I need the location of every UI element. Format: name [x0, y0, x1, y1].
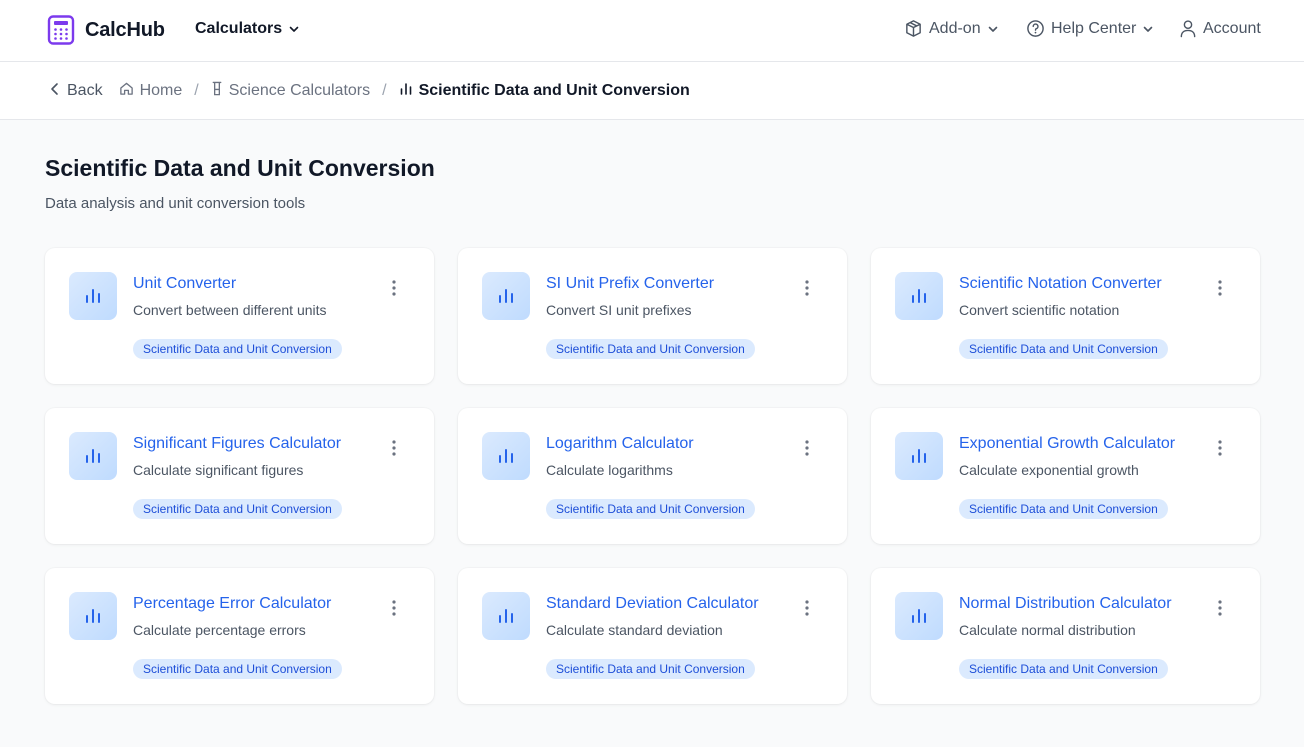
card-title[interactable]: Normal Distribution Calculator	[959, 595, 1172, 613]
help-center-label: Help Center	[1051, 19, 1137, 37]
category-tag: Scientific Data and Unit Conversion	[133, 499, 342, 519]
card-description: Convert between different units	[133, 302, 327, 318]
chevron-down-icon	[288, 23, 300, 35]
flask-icon	[211, 81, 223, 101]
account-menu[interactable]: Account	[1179, 19, 1261, 38]
calculator-card[interactable]: Exponential Growth Calculator Calculate e…	[871, 408, 1260, 544]
calculator-card[interactable]: Logarithm Calculator Calculate logarithms…	[458, 408, 847, 544]
bar-chart-icon	[399, 82, 413, 101]
category-tag: Scientific Data and Unit Conversion	[133, 339, 342, 359]
bar-chart-icon	[895, 432, 943, 480]
card-description: Calculate exponential growth	[959, 462, 1139, 478]
card-description: Calculate standard deviation	[546, 622, 723, 638]
bar-chart-icon	[69, 432, 117, 480]
back-button[interactable]: Back	[49, 82, 103, 101]
page-title: Scientific Data and Unit Conversion	[45, 155, 435, 181]
package-icon	[904, 19, 923, 38]
bar-chart-icon	[482, 592, 530, 640]
breadcrumb-home[interactable]: Home	[119, 81, 183, 101]
breadcrumb-separator: /	[382, 82, 387, 99]
breadcrumb-current-label: Scientific Data and Unit Conversion	[418, 82, 690, 99]
top-navbar: CalcHub Calculators Add-on Help Center A…	[0, 0, 1304, 62]
breadcrumb-science-label: Science Calculators	[228, 82, 371, 99]
more-options-icon[interactable]	[1212, 278, 1228, 298]
breadcrumb-current: Scientific Data and Unit Conversion	[399, 82, 690, 101]
calculator-card[interactable]: Scientific Notation Converter Convert sci…	[871, 248, 1260, 384]
home-icon	[119, 81, 134, 101]
card-title[interactable]: Standard Deviation Calculator	[546, 595, 759, 613]
more-options-icon[interactable]	[386, 438, 402, 458]
breadcrumb-science[interactable]: Science Calculators	[211, 81, 370, 101]
more-options-icon[interactable]	[799, 278, 815, 298]
addon-menu-label: Add-on	[929, 19, 981, 37]
card-description: Calculate significant figures	[133, 462, 304, 478]
card-title[interactable]: Unit Converter	[133, 275, 236, 293]
category-tag: Scientific Data and Unit Conversion	[959, 339, 1168, 359]
card-title[interactable]: SI Unit Prefix Converter	[546, 275, 714, 293]
user-icon	[1179, 19, 1197, 38]
calculator-card[interactable]: Percentage Error Calculator Calculate per…	[45, 568, 434, 704]
bar-chart-icon	[895, 592, 943, 640]
calculator-card[interactable]: Significant Figures Calculator Calculate …	[45, 408, 434, 544]
help-circle-icon	[1026, 19, 1045, 38]
card-description: Convert scientific notation	[959, 302, 1120, 318]
breadcrumb-separator: /	[194, 82, 199, 99]
card-title[interactable]: Percentage Error Calculator	[133, 595, 331, 613]
card-title[interactable]: Scientific Notation Converter	[959, 275, 1162, 293]
breadcrumb-bar: Back Home / Science Calculators / Scient…	[0, 62, 1304, 120]
card-title[interactable]: Logarithm Calculator	[546, 435, 694, 453]
more-options-icon[interactable]	[1212, 598, 1228, 618]
card-title[interactable]: Significant Figures Calculator	[133, 435, 341, 453]
addon-menu[interactable]: Add-on	[904, 19, 999, 38]
brand-name[interactable]: CalcHub	[85, 19, 165, 42]
category-tag: Scientific Data and Unit Conversion	[546, 339, 755, 359]
more-options-icon[interactable]	[1212, 438, 1228, 458]
card-description: Calculate percentage errors	[133, 622, 306, 638]
calculator-card[interactable]: Normal Distribution Calculator Calculate …	[871, 568, 1260, 704]
account-label: Account	[1203, 19, 1261, 37]
chevron-down-icon	[987, 23, 999, 35]
calculator-logo-icon[interactable]	[47, 15, 75, 45]
bar-chart-icon	[69, 592, 117, 640]
calculator-grid: Unit Converter Convert between different …	[45, 248, 1261, 704]
category-tag: Scientific Data and Unit Conversion	[546, 659, 755, 679]
category-tag: Scientific Data and Unit Conversion	[959, 659, 1168, 679]
calculators-menu[interactable]: Calculators	[195, 20, 300, 38]
back-label: Back	[67, 82, 103, 99]
page-subtitle: Data analysis and unit conversion tools	[45, 195, 306, 212]
more-options-icon[interactable]	[386, 598, 402, 618]
card-description: Calculate normal distribution	[959, 622, 1136, 638]
bar-chart-icon	[895, 272, 943, 320]
help-center-menu[interactable]: Help Center	[1026, 19, 1154, 38]
breadcrumb-home-label: Home	[139, 82, 183, 99]
card-title[interactable]: Exponential Growth Calculator	[959, 435, 1175, 453]
calculators-menu-label: Calculators	[195, 20, 283, 37]
more-options-icon[interactable]	[386, 278, 402, 298]
chevron-down-icon	[1142, 23, 1154, 35]
chevron-left-icon	[49, 82, 61, 101]
breadcrumb: Back Home / Science Calculators / Scient…	[49, 81, 690, 101]
more-options-icon[interactable]	[799, 438, 815, 458]
card-description: Calculate logarithms	[546, 462, 673, 478]
calculator-card[interactable]: Unit Converter Convert between different …	[45, 248, 434, 384]
bar-chart-icon	[482, 272, 530, 320]
bar-chart-icon	[482, 432, 530, 480]
calculator-card[interactable]: Standard Deviation Calculator Calculate s…	[458, 568, 847, 704]
bar-chart-icon	[69, 272, 117, 320]
card-description: Convert SI unit prefixes	[546, 302, 692, 318]
calculator-card[interactable]: SI Unit Prefix Converter Convert SI unit …	[458, 248, 847, 384]
more-options-icon[interactable]	[799, 598, 815, 618]
category-tag: Scientific Data and Unit Conversion	[959, 499, 1168, 519]
category-tag: Scientific Data and Unit Conversion	[133, 659, 342, 679]
category-tag: Scientific Data and Unit Conversion	[546, 499, 755, 519]
